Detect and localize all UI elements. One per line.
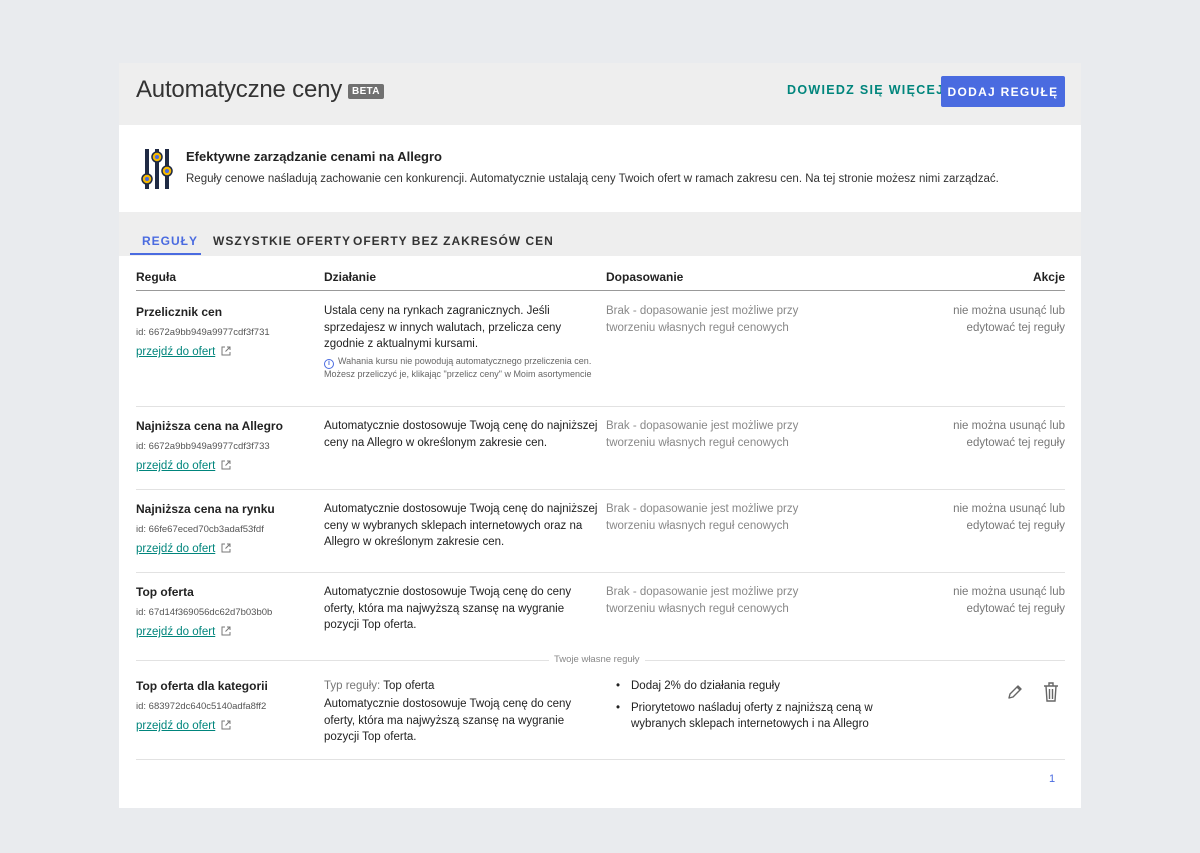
own-rules-label: Twoje własne reguły bbox=[549, 654, 645, 665]
rule-description: Automatycznie dostosowuje Twoją cenę do … bbox=[324, 698, 572, 743]
column-header-actions: Akcje bbox=[1032, 270, 1065, 284]
fit-item: Priorytetowo naśladuj oferty z najniższą… bbox=[616, 700, 876, 733]
rule-actions-text: nie można usunąć lub edytować tej reguły bbox=[953, 503, 1065, 532]
rule-fit: Brak - dopasowanie jest możliwe przy two… bbox=[606, 420, 799, 449]
rule-description: Automatycznie dostosowuje Twoją cenę do … bbox=[324, 586, 572, 631]
rule-name: Najniższa cena na rynku bbox=[136, 502, 275, 516]
column-header-rule: Reguła bbox=[136, 270, 177, 284]
pencil-icon bbox=[1008, 685, 1022, 699]
rule-name: Najniższa cena na Allegro bbox=[136, 419, 283, 433]
info-text: Reguły cenowe naśladują zachowanie cen k… bbox=[186, 173, 999, 185]
rule-description: Ustala ceny na rynkach zagranicznych. Je… bbox=[324, 305, 562, 350]
external-link-icon bbox=[221, 460, 231, 470]
rule-id: id: 6672a9bb949a9977cdf3f731 bbox=[136, 327, 270, 338]
tab-rules[interactable]: REGUŁY bbox=[142, 234, 198, 248]
info-banner: Efektywne zarządzanie cenami na Allegro … bbox=[119, 125, 1081, 212]
rule-id: id: 683972dc640c5140adfa8ff2 bbox=[136, 701, 267, 712]
row-divider bbox=[136, 489, 1065, 490]
external-link-icon bbox=[221, 346, 231, 356]
beta-badge: BETA bbox=[348, 84, 384, 99]
external-link-icon bbox=[221, 626, 231, 636]
rule-id: id: 66fe67eced70cb3adaf53fdf bbox=[136, 524, 264, 535]
rule-description: Automatycznie dostosowuje Twoją cenę do … bbox=[324, 420, 598, 449]
row-divider bbox=[136, 406, 1065, 407]
rule-id: id: 6672a9bb949a9977cdf3f733 bbox=[136, 441, 270, 452]
edit-rule-button[interactable] bbox=[1005, 683, 1025, 703]
page-title: Automatyczne ceny BETA bbox=[136, 76, 384, 104]
info-icon: i bbox=[324, 359, 334, 369]
rule-fit: Brak - dopasowanie jest możliwe przy two… bbox=[606, 305, 799, 334]
rule-name: Przelicznik cen bbox=[136, 305, 223, 319]
row-divider bbox=[136, 572, 1065, 573]
go-to-offers-link[interactable]: przejdź do ofert bbox=[136, 626, 231, 638]
fit-item: Dodaj 2% do działania reguły bbox=[616, 678, 876, 695]
trash-icon bbox=[1044, 682, 1058, 702]
rule-actions-text: nie można usunąć lub edytować tej reguły bbox=[953, 586, 1065, 615]
table-header-divider bbox=[136, 290, 1065, 291]
rule-type: Typ reguły: Top oferta bbox=[324, 680, 435, 692]
go-to-offers-link[interactable]: przejdź do ofert bbox=[136, 346, 231, 358]
rule-actions-text: nie można usunąć lub edytować tej reguły bbox=[953, 420, 1065, 449]
rule-name: Top oferta bbox=[136, 585, 194, 599]
go-to-offers-link[interactable]: przejdź do ofert bbox=[136, 720, 231, 732]
go-to-offers-link[interactable]: przejdź do ofert bbox=[136, 460, 231, 472]
rule-actions-text: nie można usunąć lub edytować tej reguły bbox=[953, 305, 1065, 334]
column-header-fit: Dopasowanie bbox=[606, 270, 684, 284]
delete-rule-button[interactable] bbox=[1041, 681, 1061, 703]
rules-card: Automatyczne ceny BETA DOWIEDZ SIĘ WIĘCEJ… bbox=[119, 63, 1081, 808]
rule-description: Automatycznie dostosowuje Twoją cenę do … bbox=[324, 503, 598, 548]
external-link-icon bbox=[221, 543, 231, 553]
go-to-offers-link[interactable]: przejdź do ofert bbox=[136, 543, 231, 555]
active-tab-indicator bbox=[130, 253, 201, 255]
tab-all-offers[interactable]: WSZYSTKIE OFERTY bbox=[213, 234, 351, 248]
info-title: Efektywne zarządzanie cenami na Allegro bbox=[186, 149, 442, 164]
rule-fit: Brak - dopasowanie jest możliwe przy two… bbox=[606, 503, 799, 532]
page-header: Automatyczne ceny BETA DOWIEDZ SIĘ WIĘCEJ… bbox=[119, 63, 1081, 125]
column-header-action: Działanie bbox=[324, 270, 377, 284]
learn-more-link[interactable]: DOWIEDZ SIĘ WIĘCEJ bbox=[787, 83, 944, 97]
tab-offers-without-ranges[interactable]: OFERTY BEZ ZAKRESÓW CEN bbox=[353, 234, 554, 248]
rule-name: Top oferta dla kategorii bbox=[136, 679, 268, 693]
rule-fit: Brak - dopasowanie jest możliwe przy two… bbox=[606, 586, 799, 615]
rule-id: id: 67d14f369056dc62d7b03b0b bbox=[136, 607, 273, 618]
add-rule-button[interactable]: DODAJ REGUŁĘ bbox=[941, 76, 1065, 107]
row-divider bbox=[136, 759, 1065, 760]
pagination-page[interactable]: 1 bbox=[1049, 773, 1055, 785]
external-link-icon bbox=[221, 720, 231, 730]
rule-note: i Wahania kursu nie powodują automatyczne… bbox=[324, 356, 592, 379]
rule-fit-list: Dodaj 2% do działania reguły Priorytetow… bbox=[616, 678, 876, 738]
price-sliders-icon bbox=[141, 149, 173, 189]
